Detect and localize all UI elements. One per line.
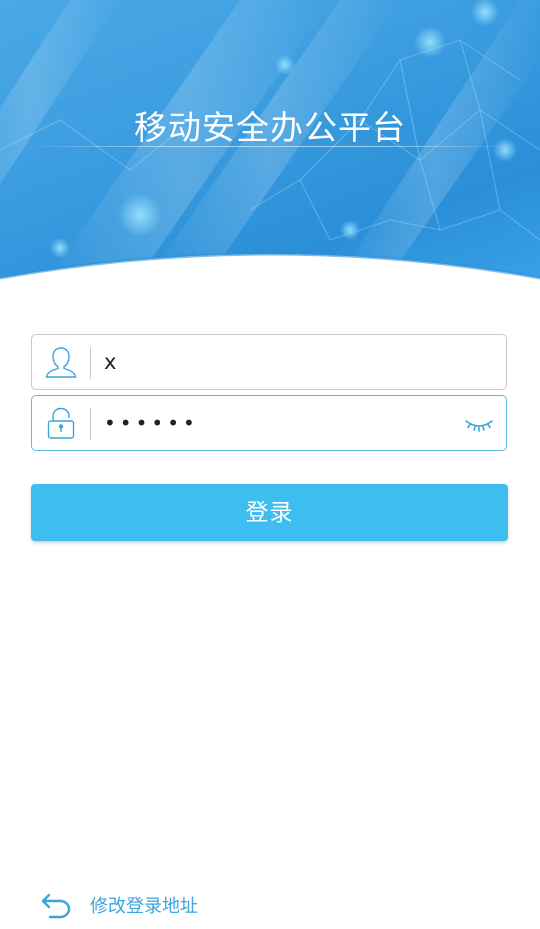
field-divider [90,408,91,440]
password-field[interactable] [31,395,507,451]
password-input[interactable] [104,404,464,442]
eye-closed-icon[interactable] [464,414,494,434]
username-field[interactable] [31,334,507,390]
login-button[interactable]: 登录 [31,484,508,541]
user-icon [45,347,77,378]
field-divider [90,347,91,379]
back-arrow-icon [41,893,71,919]
app-title: 移动安全办公平台 [134,108,406,147]
change-address-link[interactable]: 修改登录地址 [40,889,198,921]
lock-icon [47,407,75,439]
login-screen: 移动安全办公平台 x •••••• 登录 修改登录地址 [0,0,540,929]
username-input[interactable] [104,343,464,381]
header-banner: 移动安全办公平台 [0,0,540,290]
title-divider [20,146,520,147]
change-address-label[interactable]: 修改登录地址 [90,892,198,918]
